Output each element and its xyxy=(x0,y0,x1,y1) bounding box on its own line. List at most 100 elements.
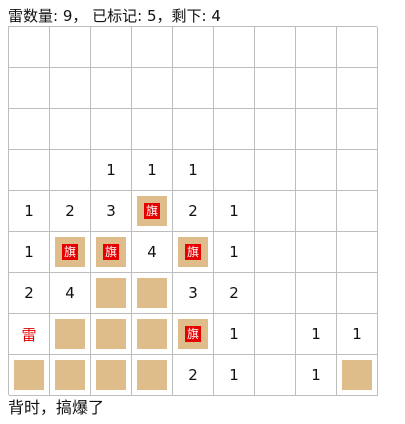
covered-cell[interactable] xyxy=(91,273,132,314)
revealed-number-cell[interactable]: 3 xyxy=(173,273,214,314)
empty-cell[interactable] xyxy=(296,68,337,109)
revealed-number-cell[interactable]: 1 xyxy=(214,355,255,396)
revealed-number-cell[interactable]: 1 xyxy=(214,232,255,273)
cell-number: 1 xyxy=(229,325,239,343)
revealed-number-cell[interactable]: 1 xyxy=(173,150,214,191)
minesweeper-board: 111123旗211旗旗4旗12432雷旗111211 xyxy=(8,26,378,396)
empty-cell[interactable] xyxy=(296,232,337,273)
empty-cell[interactable] xyxy=(50,27,91,68)
revealed-number-cell[interactable]: 1 xyxy=(9,191,50,232)
revealed-number-cell[interactable]: 4 xyxy=(132,232,173,273)
empty-cell[interactable] xyxy=(91,27,132,68)
revealed-number-cell[interactable]: 1 xyxy=(296,355,337,396)
revealed-number-cell[interactable]: 4 xyxy=(50,273,91,314)
revealed-number-cell[interactable]: 1 xyxy=(132,150,173,191)
empty-cell[interactable] xyxy=(173,27,214,68)
empty-cell[interactable] xyxy=(50,150,91,191)
empty-cell[interactable] xyxy=(337,232,378,273)
empty-cell[interactable] xyxy=(173,109,214,150)
empty-cell[interactable] xyxy=(337,68,378,109)
empty-cell[interactable] xyxy=(255,314,296,355)
covered-cell[interactable] xyxy=(50,314,91,355)
empty-cell[interactable] xyxy=(337,273,378,314)
empty-cell[interactable] xyxy=(337,27,378,68)
revealed-number-cell[interactable]: 1 xyxy=(9,232,50,273)
covered-tile xyxy=(137,278,167,308)
empty-cell[interactable] xyxy=(296,27,337,68)
empty-cell[interactable] xyxy=(296,150,337,191)
empty-cell[interactable] xyxy=(132,109,173,150)
covered-cell[interactable] xyxy=(9,355,50,396)
flagged-cell[interactable]: 旗 xyxy=(91,232,132,273)
empty-cell[interactable] xyxy=(255,273,296,314)
empty-cell[interactable] xyxy=(214,68,255,109)
cell-number: 3 xyxy=(106,202,116,220)
flag-icon: 旗 xyxy=(103,244,119,260)
cell-number: 3 xyxy=(188,284,198,302)
empty-cell[interactable] xyxy=(255,355,296,396)
empty-cell[interactable] xyxy=(91,109,132,150)
empty-cell[interactable] xyxy=(214,109,255,150)
empty-cell[interactable] xyxy=(91,68,132,109)
empty-cell[interactable] xyxy=(296,191,337,232)
empty-cell[interactable] xyxy=(214,27,255,68)
cell-number: 1 xyxy=(229,243,239,261)
empty-cell[interactable] xyxy=(337,191,378,232)
covered-cell[interactable] xyxy=(132,314,173,355)
empty-cell[interactable] xyxy=(9,27,50,68)
flagged-cell[interactable]: 旗 xyxy=(173,232,214,273)
empty-cell[interactable] xyxy=(296,273,337,314)
revealed-number-cell[interactable]: 1 xyxy=(214,314,255,355)
revealed-number-cell[interactable]: 2 xyxy=(173,191,214,232)
mine-label: 雷 xyxy=(21,325,37,344)
empty-cell[interactable] xyxy=(255,109,296,150)
cell-number: 1 xyxy=(24,202,34,220)
empty-cell[interactable] xyxy=(255,68,296,109)
empty-cell[interactable] xyxy=(255,27,296,68)
revealed-number-cell[interactable]: 1 xyxy=(91,150,132,191)
cell-number: 1 xyxy=(311,325,321,343)
cell-number: 1 xyxy=(24,243,34,261)
covered-cell[interactable] xyxy=(91,355,132,396)
revealed-number-cell[interactable]: 3 xyxy=(91,191,132,232)
empty-cell[interactable] xyxy=(255,150,296,191)
empty-cell[interactable] xyxy=(296,109,337,150)
revealed-number-cell[interactable]: 2 xyxy=(50,191,91,232)
empty-cell[interactable] xyxy=(9,68,50,109)
cell-number: 1 xyxy=(106,161,116,179)
flag-icon: 旗 xyxy=(185,326,201,342)
empty-cell[interactable] xyxy=(255,232,296,273)
revealed-number-cell[interactable]: 1 xyxy=(337,314,378,355)
covered-cell[interactable] xyxy=(132,273,173,314)
empty-cell[interactable] xyxy=(50,68,91,109)
revealed-number-cell[interactable]: 2 xyxy=(214,273,255,314)
flagged-cell[interactable]: 旗 xyxy=(50,232,91,273)
empty-cell[interactable] xyxy=(255,191,296,232)
flagged-cell[interactable]: 旗 xyxy=(173,314,214,355)
covered-cell[interactable] xyxy=(91,314,132,355)
empty-cell[interactable] xyxy=(337,109,378,150)
empty-cell[interactable] xyxy=(337,150,378,191)
revealed-number-cell[interactable]: 1 xyxy=(214,191,255,232)
revealed-number-cell[interactable]: 1 xyxy=(296,314,337,355)
covered-cell[interactable] xyxy=(132,355,173,396)
flagged-cell[interactable]: 旗 xyxy=(132,191,173,232)
mine-cell[interactable]: 雷 xyxy=(9,314,50,355)
covered-cell[interactable] xyxy=(50,355,91,396)
empty-cell[interactable] xyxy=(173,68,214,109)
empty-cell[interactable] xyxy=(132,68,173,109)
flag-icon: 旗 xyxy=(185,244,201,260)
empty-cell[interactable] xyxy=(214,150,255,191)
empty-cell[interactable] xyxy=(50,109,91,150)
covered-tile xyxy=(137,360,167,390)
game-message: 背时，搞爆了 xyxy=(8,398,105,417)
revealed-number-cell[interactable]: 2 xyxy=(173,355,214,396)
covered-tile xyxy=(137,319,167,349)
revealed-number-cell[interactable]: 2 xyxy=(9,273,50,314)
empty-cell[interactable] xyxy=(132,27,173,68)
empty-cell[interactable] xyxy=(9,150,50,191)
cell-number: 1 xyxy=(229,202,239,220)
covered-cell[interactable] xyxy=(337,355,378,396)
empty-cell[interactable] xyxy=(9,109,50,150)
cell-number: 4 xyxy=(65,284,75,302)
